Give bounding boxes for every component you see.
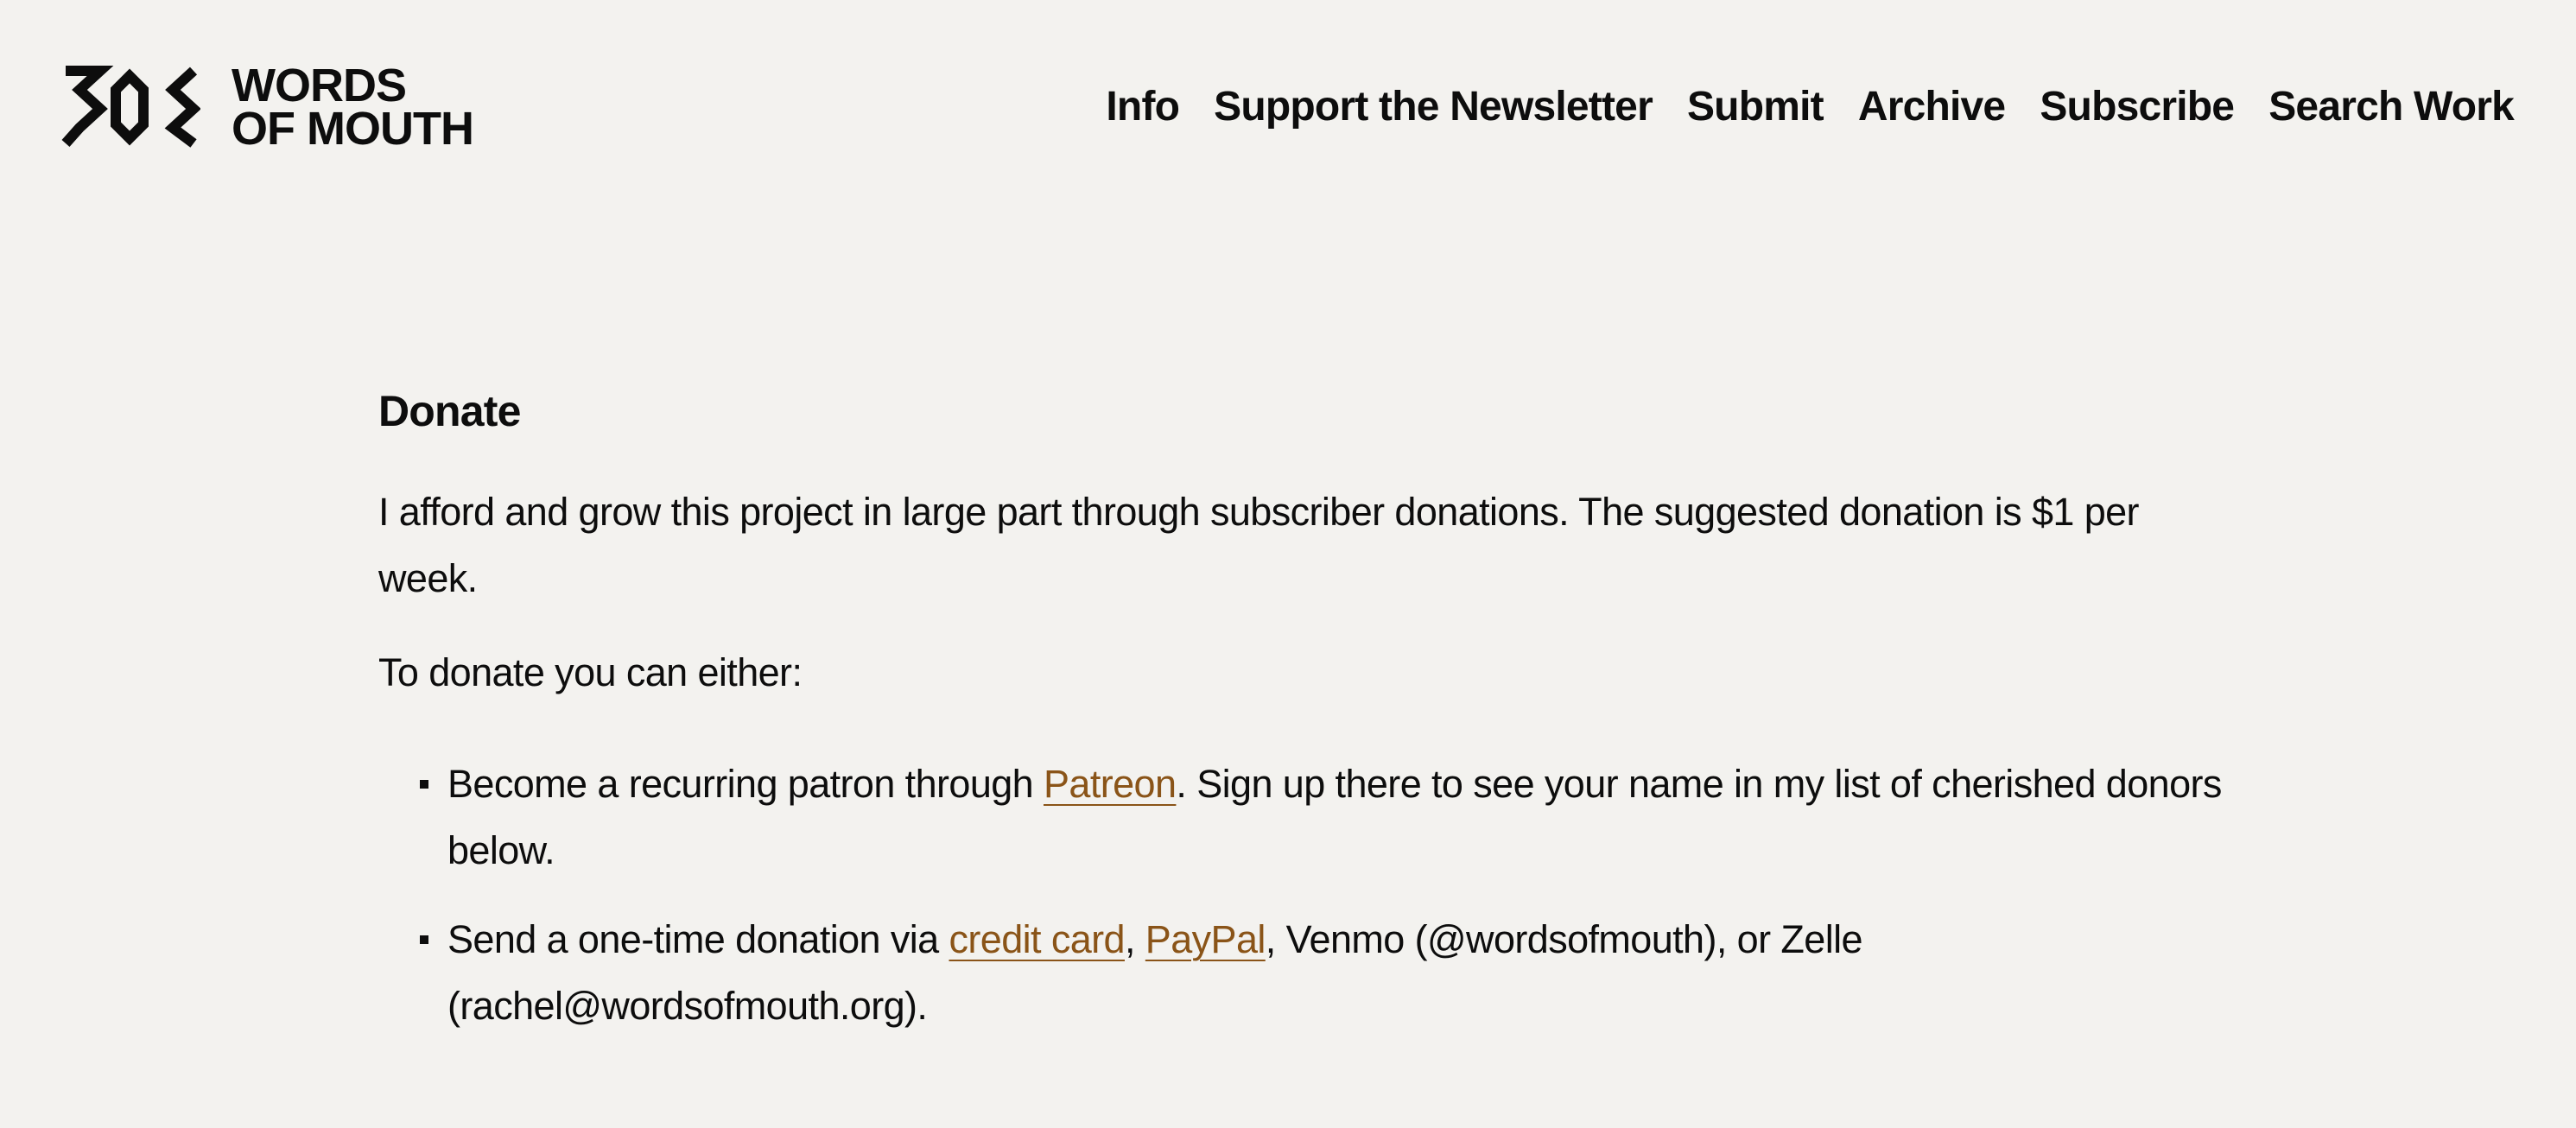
one-time-separator: , bbox=[1124, 917, 1145, 961]
logo-line2: OF MOUTH bbox=[232, 103, 474, 155]
credit-card-link[interactable]: credit card bbox=[949, 917, 1126, 961]
list-item-patreon: Become a recurring patron through Patreo… bbox=[378, 751, 2236, 884]
main-nav: Info Support the Newsletter Submit Archi… bbox=[1106, 79, 2514, 135]
nav-subscribe[interactable]: Subscribe bbox=[2040, 79, 2235, 135]
list-item-one-time: Send a one-time donation via credit card… bbox=[378, 906, 2236, 1039]
bullet-icon bbox=[420, 780, 428, 789]
logo-text: WORDS OF MOUTH bbox=[232, 60, 474, 155]
site-header: WORDS OF MOUTH Info Support the Newslett… bbox=[0, 0, 2576, 216]
logo-link[interactable]: WORDS OF MOUTH bbox=[59, 60, 474, 155]
main-content: Donate I afford and grow this project in… bbox=[378, 378, 2222, 1039]
donation-options-list: Become a recurring patron through Patreo… bbox=[378, 751, 2222, 1039]
bullet-icon bbox=[420, 935, 428, 944]
one-time-text-prefix: Send a one-time donation via bbox=[447, 917, 949, 961]
logo-line1: WORDS bbox=[232, 60, 407, 111]
nav-info[interactable]: Info bbox=[1106, 79, 1180, 135]
patreon-link[interactable]: Patreon bbox=[1044, 762, 1177, 806]
nav-search-work[interactable]: Search Work bbox=[2268, 79, 2515, 135]
donation-intro: I afford and grow this project in large … bbox=[378, 490, 2140, 600]
nav-submit[interactable]: Submit bbox=[1687, 79, 1824, 135]
words-of-mouth-logo-icon bbox=[61, 66, 200, 148]
paypal-link[interactable]: PayPal bbox=[1145, 917, 1266, 961]
nav-archive[interactable]: Archive bbox=[1858, 79, 2006, 135]
patreon-text-prefix: Become a recurring patron through bbox=[447, 762, 1044, 806]
page-title: Donate bbox=[378, 387, 521, 435]
nav-support-newsletter[interactable]: Support the Newsletter bbox=[1214, 79, 1653, 135]
donation-options-lead: To donate you can either: bbox=[378, 650, 803, 694]
